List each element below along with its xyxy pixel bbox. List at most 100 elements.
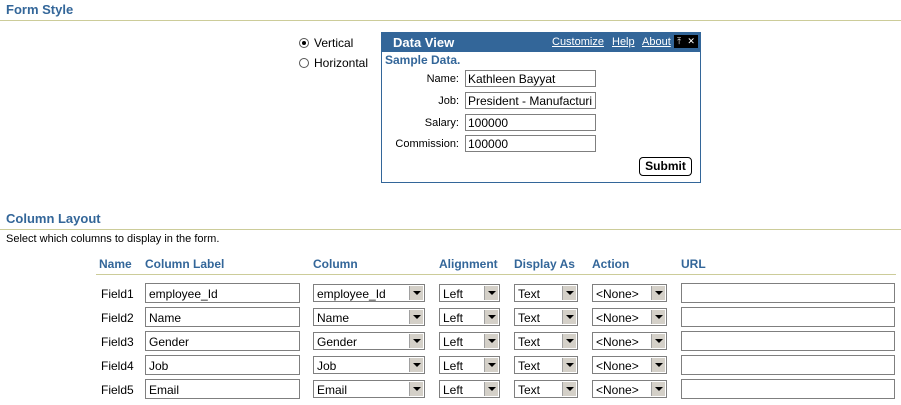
dropdown-arrow-icon[interactable]	[651, 334, 665, 348]
radio-vertical-label: Vertical	[314, 36, 354, 50]
commission-field[interactable]: 100000	[465, 135, 596, 152]
dropdown-arrow-icon[interactable]	[484, 286, 498, 300]
display-as-select-value: Text	[518, 383, 541, 397]
display-as-select[interactable]: Text	[514, 332, 578, 350]
column-label-input[interactable]: Job	[145, 355, 300, 375]
header-url: URL	[681, 257, 706, 271]
pin-icon[interactable]: ⤒	[677, 36, 681, 47]
customize-link[interactable]: Customize	[552, 36, 604, 48]
close-icon[interactable]: ✕	[687, 36, 695, 47]
instructions-text: Select which columns to display in the f…	[6, 233, 220, 245]
table-row: Field2 Name Name Left Text <None>	[0, 306, 901, 330]
column-select[interactable]: employee_Id	[313, 284, 425, 302]
alignment-select-value: Left	[443, 359, 464, 373]
radio-vertical[interactable]: Vertical	[299, 35, 353, 51]
header-alignment: Alignment	[439, 257, 498, 271]
display-as-select-value: Text	[518, 311, 541, 325]
column-select[interactable]: Gender	[313, 332, 425, 350]
dropdown-arrow-icon[interactable]	[409, 286, 423, 300]
salary-field[interactable]: 100000	[465, 114, 596, 131]
radio-horizontal-label: Horizontal	[314, 56, 369, 70]
field-name: Field4	[101, 359, 134, 373]
dropdown-arrow-icon[interactable]	[562, 286, 576, 300]
action-select-value: <None>	[596, 335, 639, 349]
alignment-select[interactable]: Left	[439, 308, 500, 326]
dropdown-arrow-icon[interactable]	[409, 358, 423, 372]
action-select-value: <None>	[596, 311, 639, 325]
action-select[interactable]: <None>	[592, 380, 667, 398]
header-display-as: Display As	[514, 257, 575, 271]
action-select[interactable]: <None>	[592, 308, 667, 326]
name-label: Name:	[426, 73, 459, 85]
display-as-select-value: Text	[518, 287, 541, 301]
display-as-select[interactable]: Text	[514, 380, 578, 398]
dropdown-arrow-icon[interactable]	[409, 334, 423, 348]
display-as-select[interactable]: Text	[514, 284, 578, 302]
dropdown-arrow-icon[interactable]	[562, 334, 576, 348]
action-select[interactable]: <None>	[592, 332, 667, 350]
column-select-value: Gender	[317, 335, 358, 349]
sample-data-label: Sample Data.	[385, 53, 461, 67]
dropdown-arrow-icon[interactable]	[484, 358, 498, 372]
url-input[interactable]	[681, 379, 895, 399]
display-as-select[interactable]: Text	[514, 308, 578, 326]
radio-horizontal[interactable]: Horizontal	[299, 55, 368, 71]
action-select[interactable]: <None>	[592, 284, 667, 302]
alignment-select-value: Left	[443, 287, 464, 301]
column-label-input[interactable]: employee_Id	[145, 283, 300, 303]
dropdown-arrow-icon[interactable]	[562, 310, 576, 324]
dropdown-arrow-icon[interactable]	[484, 334, 498, 348]
url-input[interactable]	[681, 283, 895, 303]
url-input[interactable]	[681, 355, 895, 375]
action-select-value: <None>	[596, 359, 639, 373]
alignment-select-value: Left	[443, 311, 464, 325]
display-as-select[interactable]: Text	[514, 356, 578, 374]
radio-horizontal-icon[interactable]	[299, 58, 309, 68]
url-input[interactable]	[681, 307, 895, 327]
header-action: Action	[592, 257, 630, 271]
alignment-select[interactable]: Left	[439, 332, 500, 350]
name-field[interactable]: Kathleen Bayyat	[465, 70, 596, 87]
form-style-title: Form Style	[0, 2, 901, 21]
salary-label: Salary:	[424, 117, 459, 129]
alignment-select[interactable]: Left	[439, 284, 500, 302]
alignment-select[interactable]: Left	[439, 356, 500, 374]
column-layout-title: Column Layout	[0, 211, 901, 230]
header-name: Name	[99, 257, 132, 271]
column-select[interactable]: Name	[313, 308, 425, 326]
alignment-select-value: Left	[443, 335, 464, 349]
alignment-select-value: Left	[443, 383, 464, 397]
column-label-input[interactable]: Gender	[145, 331, 300, 351]
radio-vertical-icon[interactable]	[299, 38, 309, 48]
dropdown-arrow-icon[interactable]	[651, 358, 665, 372]
help-link[interactable]: Help	[612, 36, 635, 48]
dropdown-arrow-icon[interactable]	[651, 382, 665, 396]
dropdown-arrow-icon[interactable]	[409, 310, 423, 324]
header-divider	[96, 274, 896, 275]
header-column-label: Column Label	[145, 257, 225, 271]
dropdown-arrow-icon[interactable]	[651, 286, 665, 300]
about-link[interactable]: About	[642, 36, 671, 48]
dropdown-arrow-icon[interactable]	[484, 382, 498, 396]
column-select[interactable]: Email	[313, 380, 425, 398]
job-label: Job:	[438, 95, 459, 107]
job-field[interactable]: President - Manufacturi	[465, 92, 596, 109]
column-label-input[interactable]: Email	[145, 379, 300, 399]
action-select-value: <None>	[596, 383, 639, 397]
url-input[interactable]	[681, 331, 895, 351]
field-name: Field3	[101, 335, 134, 349]
dropdown-arrow-icon[interactable]	[562, 358, 576, 372]
column-select-value: Name	[317, 311, 350, 325]
column-select[interactable]: Job	[313, 356, 425, 374]
dropdown-arrow-icon[interactable]	[562, 382, 576, 396]
dropdown-arrow-icon[interactable]	[409, 382, 423, 396]
submit-button[interactable]: Submit	[639, 157, 692, 176]
column-label-input[interactable]: Name	[145, 307, 300, 327]
dropdown-arrow-icon[interactable]	[484, 310, 498, 324]
dropdown-arrow-icon[interactable]	[651, 310, 665, 324]
action-select[interactable]: <None>	[592, 356, 667, 374]
alignment-select[interactable]: Left	[439, 380, 500, 398]
window-controls: ⤒ ✕	[674, 35, 698, 48]
data-view-title: Data View	[393, 35, 455, 50]
column-select-value: Email	[317, 383, 348, 397]
